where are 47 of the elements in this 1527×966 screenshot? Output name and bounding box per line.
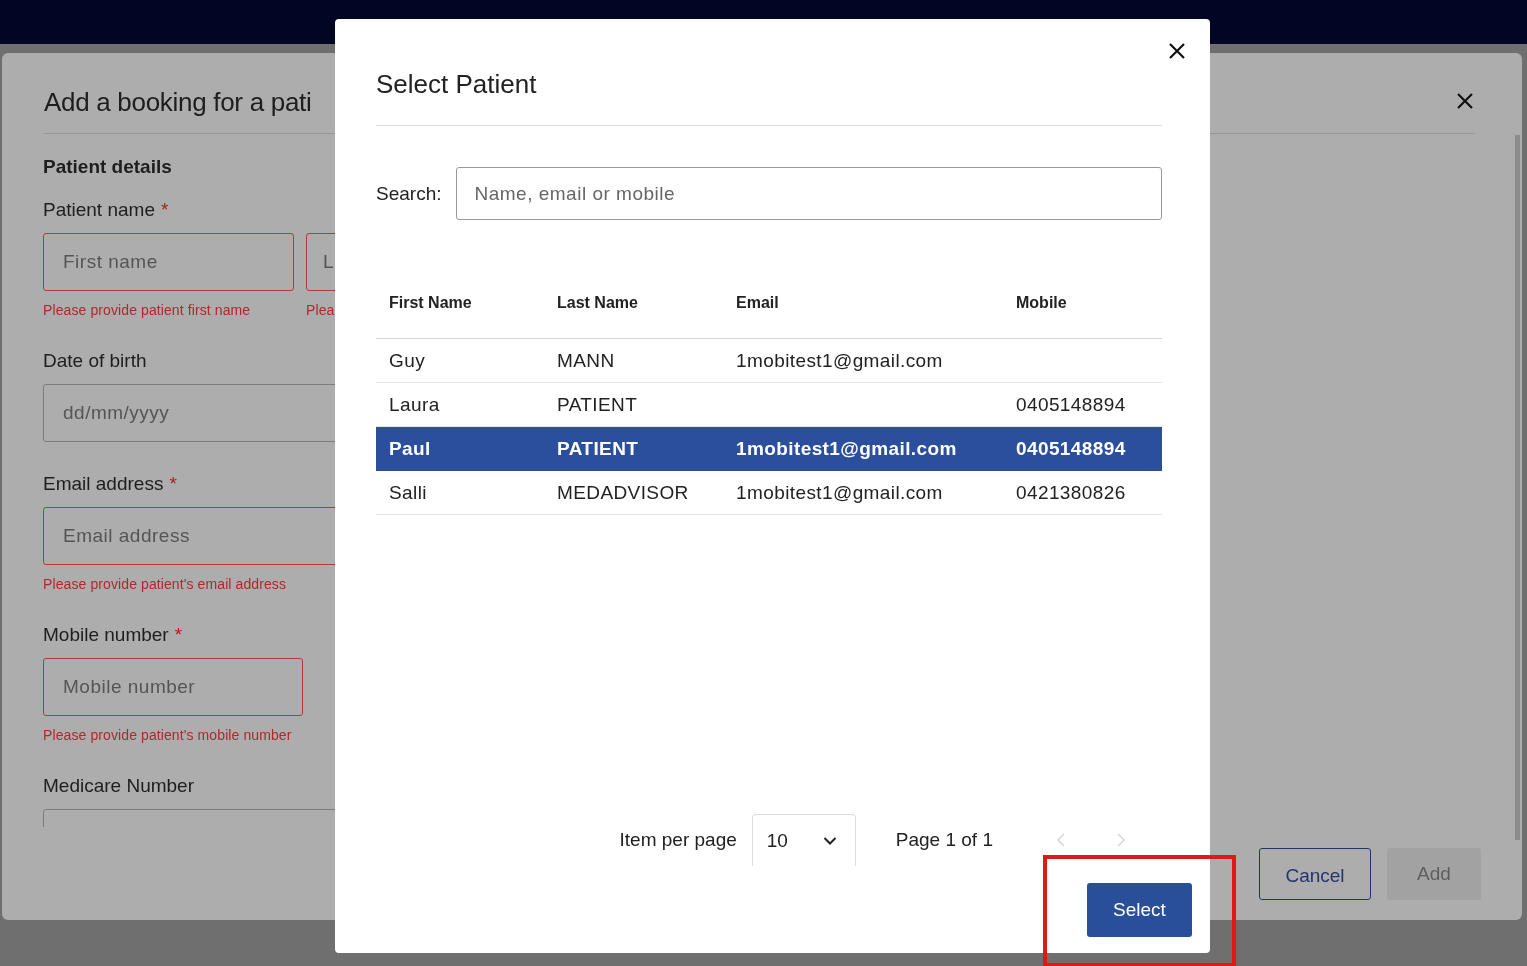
dialog-title: Select Patient [376,68,538,101]
table-cell: PATIENT [557,393,638,415]
table-cell: 0405148894 [1016,437,1126,459]
page-info: Page 1 of 1 [895,829,993,851]
dialog-title: Add a booking for a pati [44,85,312,118]
select-button[interactable]: Select [1087,883,1192,937]
table-row[interactable]: Paul PATIENT 1mobitest1@gmail.com 0405148894 [376,426,1162,471]
error-message: Please provide patient first name [43,301,251,319]
error-message: Please provide patient's mobile number [43,726,292,744]
close-icon[interactable] [1167,41,1187,61]
field-label: Mobile number [43,624,169,645]
table-row[interactable]: Salli MEDADVISOR 1mobitest1@gmail.com 0421380826 [376,470,1162,515]
page-size-dropdown[interactable]: 10 [751,814,856,866]
field-label: Email address [43,473,164,494]
search-field[interactable]: Name, email or mobile [456,167,1162,220]
required-mark: * [174,624,183,645]
column-header: Last Name [544,268,723,339]
table-cell: Laura [389,393,440,415]
table-cell: 1mobitest1@gmail.com [736,437,957,459]
page-size-label: Item per page [619,829,737,851]
table-row[interactable]: Guy MANN 1mobitest1@gmail.com [376,338,1162,383]
table-cell: MANN [557,349,615,371]
required-mark: * [169,473,177,494]
close-icon[interactable] [1455,91,1475,111]
column-header: Mobile [1003,268,1162,339]
table-cell: MEDADVISOR [557,481,689,503]
column-header: Email [723,268,1003,339]
field-label: Medicare Number [43,775,194,796]
table-cell: PATIENT [557,437,639,459]
section-heading: Patient details [43,155,173,179]
table-cell: 0405148894 [1016,393,1126,415]
error-message: Plea [306,301,335,319]
table-cell: 1mobitest1@gmail.com [736,349,943,371]
table-cell: 0421380826 [1016,481,1126,503]
field-label: Search: [376,182,442,205]
table-cell: Salli [389,481,427,503]
chevron-down-icon [822,835,837,846]
cancel-button[interactable]: Cancel [1259,848,1371,900]
column-header: First Name [376,268,544,339]
field-label: Patient name [43,199,155,220]
scrollbar[interactable] [1515,135,1520,840]
error-message: Please provide patient's email address [43,575,287,593]
table-cell: 1mobitest1@gmail.com [736,481,943,503]
required-mark: * [160,199,169,220]
table-cell: Guy [389,349,426,371]
table-row[interactable]: Laura PATIENT 0405148894 [376,382,1162,427]
field-label: Date of birth [43,350,147,371]
